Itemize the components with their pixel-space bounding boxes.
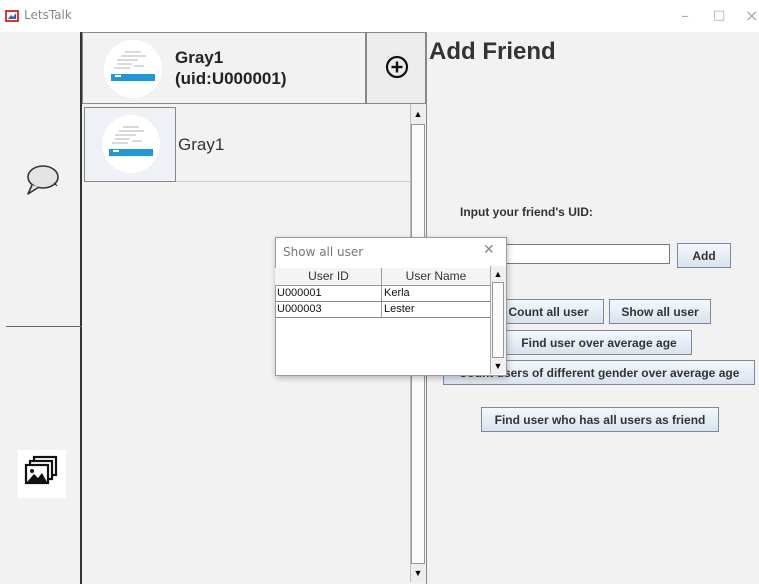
chat-list-item-avatar: [102, 115, 160, 173]
row-separator: [275, 301, 490, 302]
profile-header: Gray1 (uid:U000001): [82, 32, 366, 104]
dialog-scroll-thumb[interactable]: [492, 282, 504, 358]
count-all-user-button[interactable]: Count all user: [493, 299, 604, 324]
find-user-over-average-age-button[interactable]: Find user over average age: [506, 330, 692, 355]
minimize-button[interactable]: –: [681, 6, 689, 25]
row-separator: [275, 317, 490, 318]
chat-list-item-avatar-frame: [84, 107, 176, 182]
left-nav-bar: [0, 32, 82, 584]
maximize-button[interactable]: □: [713, 8, 725, 23]
profile-name: Gray1: [175, 48, 224, 67]
speech-bubble-icon[interactable]: [24, 162, 64, 198]
plus-circle-icon: [385, 55, 409, 79]
profile-name-block: Gray1 (uid:U000001): [175, 47, 286, 89]
app-icon: [4, 8, 20, 24]
nav-divider: [6, 326, 82, 327]
title-bar: [0, 0, 759, 32]
add-friend-heading: Add Friend: [429, 38, 556, 65]
table-cell-user-id: U000003: [277, 303, 322, 315]
find-user-all-friends-button[interactable]: Find user who has all users as friend: [481, 407, 719, 432]
chat-list-item-name: Gray1: [178, 135, 225, 154]
column-header-user-name[interactable]: User Name: [382, 269, 490, 285]
add-button[interactable]: Add: [677, 243, 731, 268]
dialog-scroll-up-icon[interactable]: ▲: [491, 267, 505, 281]
table-cell-user-id: U000001: [277, 287, 322, 299]
table-cell-user-name: Kerla: [384, 287, 410, 299]
column-header-user-id[interactable]: User ID: [276, 269, 381, 285]
dialog-close-button[interactable]: ✕: [483, 242, 495, 258]
table-cell-user-name: Lester: [384, 303, 415, 315]
dialog-title: Show all user: [283, 245, 364, 259]
profile-uid: (uid:U000001): [175, 69, 287, 88]
show-all-user-button[interactable]: Show all user: [609, 299, 711, 324]
scroll-up-arrow-icon[interactable]: ▲: [411, 106, 425, 122]
profile-avatar: [104, 40, 162, 98]
scroll-down-arrow-icon[interactable]: ▼: [411, 565, 425, 581]
window-title: LetsTalk: [24, 8, 72, 22]
dialog-scroll-down-icon[interactable]: ▼: [491, 359, 505, 373]
add-friend-button[interactable]: [366, 32, 426, 104]
uid-input-label: Input your friend's UID:: [460, 205, 593, 219]
close-button[interactable]: ×: [745, 6, 758, 25]
images-icon[interactable]: [18, 450, 66, 498]
